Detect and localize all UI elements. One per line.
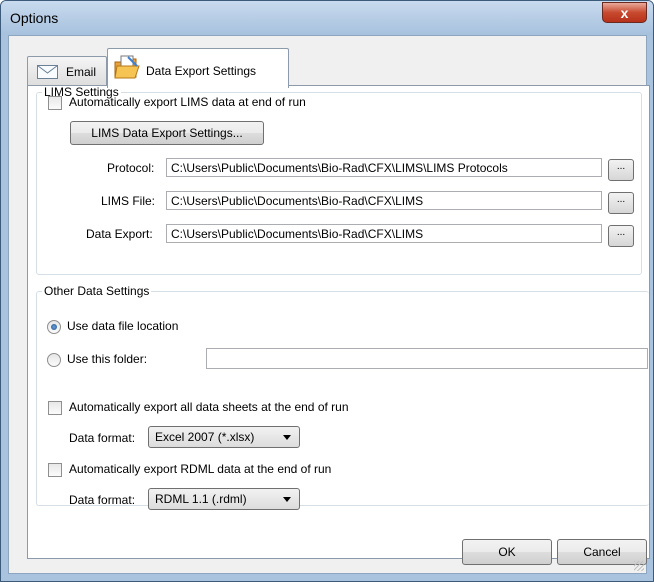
lims-file-path-field[interactable]: C:\Users\Public\Documents\Bio-Rad\CFX\LI… [166,191,602,210]
lims-data-export-settings-button[interactable]: LIMS Data Export Settings... [70,121,264,145]
data-export-label: Data Export: [86,227,153,241]
use-data-file-location-radio[interactable] [47,320,61,334]
use-this-folder-radio[interactable] [47,353,61,367]
data-export-path-field[interactable]: C:\Users\Public\Documents\Bio-Rad\CFX\LI… [166,224,602,243]
data-export-browse-button[interactable]: ... [608,225,634,247]
envelope-icon [37,65,58,79]
other-data-settings-legend: Other Data Settings [44,284,150,298]
auto-export-sheets-checkbox[interactable] [48,401,62,415]
close-icon: x [620,4,629,21]
resize-grip[interactable] [634,561,644,571]
auto-export-rdml-label: Automatically export RDML data at the en… [69,462,332,476]
sheets-data-format-label: Data format: [69,431,136,445]
tab-email-label: Email [66,65,97,79]
lims-file-label: LIMS File: [101,194,156,208]
title-bar: Options x [1,1,653,35]
rdml-data-format-value: RDML 1.1 (.rdml) [155,492,247,506]
options-window: Options x Email Data Export Settings LIM… [0,0,654,582]
tab-data-export-label: Data Export Settings [146,64,257,78]
auto-export-sheets-label: Automatically export all data sheets at … [69,400,349,414]
folder-icon [114,55,140,79]
window-title: Options [10,10,59,26]
dialog-body: Email Data Export Settings LIMS Settings… [8,35,650,574]
close-button[interactable]: x [602,2,647,23]
folder-path-field[interactable] [206,348,648,369]
auto-export-rdml-checkbox[interactable] [48,463,62,477]
auto-export-lims-checkbox[interactable] [48,96,62,110]
auto-export-lims-label: Automatically export LIMS data at end of… [69,95,306,109]
tab-email[interactable]: Email [27,56,107,87]
chevron-down-icon [283,497,291,502]
tab-data-export-settings[interactable]: Data Export Settings [107,48,289,88]
lims-file-browse-button[interactable]: ... [608,192,634,214]
protocol-browse-button[interactable]: ... [608,159,634,181]
sheets-data-format-value: Excel 2007 (*.xlsx) [155,430,255,444]
tab-panel: LIMS Settings Automatically export LIMS … [27,85,650,559]
sheets-data-format-select[interactable]: Excel 2007 (*.xlsx) [148,426,300,448]
chevron-down-icon [283,435,291,440]
rdml-data-format-label: Data format: [69,493,136,507]
protocol-path-field[interactable]: C:\Users\Public\Documents\Bio-Rad\CFX\LI… [166,158,602,177]
ok-button[interactable]: OK [462,539,552,565]
use-data-file-location-label: Use data file location [67,319,179,333]
lims-settings-group: LIMS Settings [36,85,642,275]
use-this-folder-label: Use this folder: [67,352,148,366]
protocol-label: Protocol: [107,161,155,175]
rdml-data-format-select[interactable]: RDML 1.1 (.rdml) [148,488,300,510]
